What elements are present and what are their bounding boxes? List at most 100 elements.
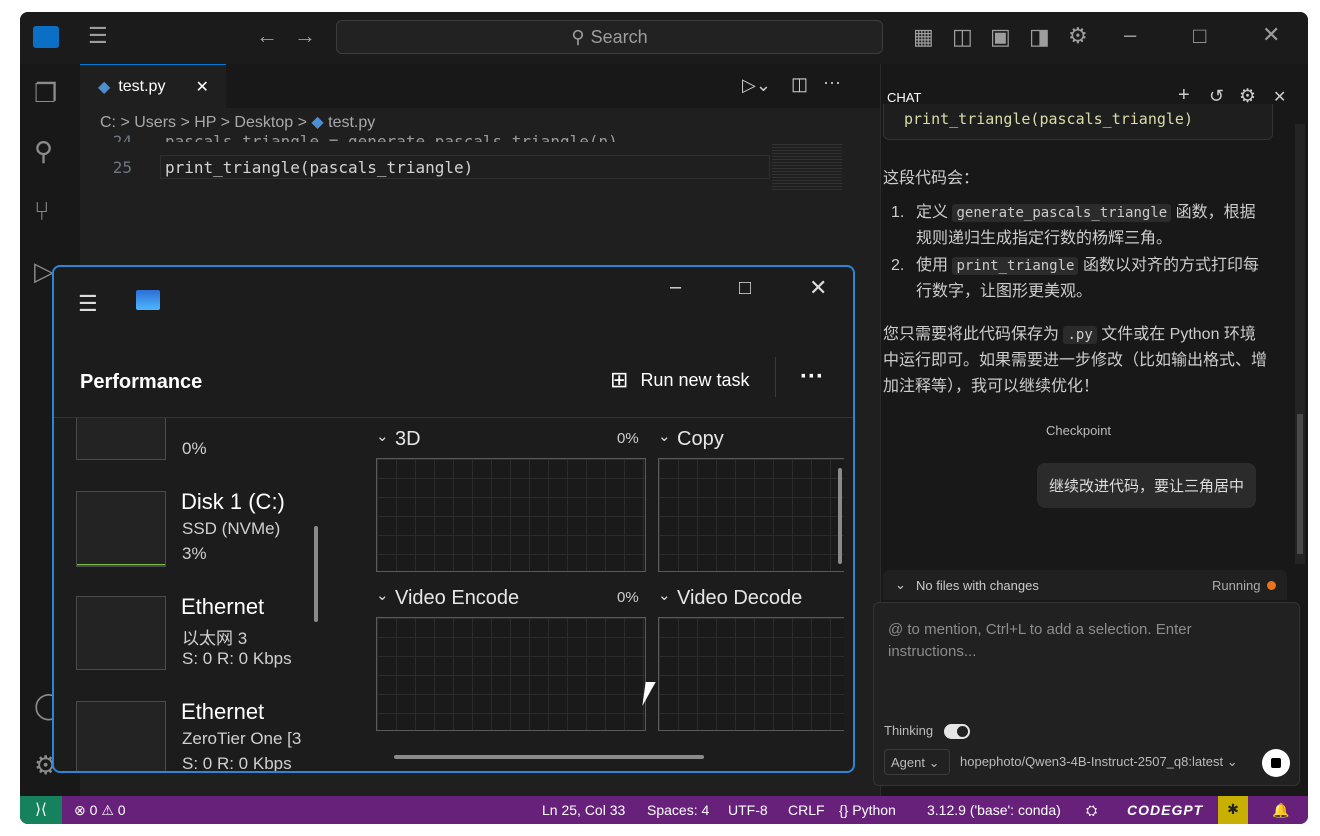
search-input[interactable]: ⚲ Search (336, 20, 883, 54)
list-text: 定义 (916, 204, 949, 221)
engine-graph (376, 458, 646, 572)
breadcrumb-item[interactable]: Users (134, 114, 176, 131)
stop-button[interactable] (1262, 749, 1290, 777)
minimize-icon[interactable]: – (1124, 24, 1136, 46)
chat-input-box[interactable]: @ to mention, Ctrl+L to add a selection.… (873, 602, 1300, 786)
python-interpreter[interactable]: 3.12.9 ('base': conda) (927, 802, 1061, 818)
python-file-icon: ◆ (98, 78, 111, 96)
more-options-icon[interactable]: ··· (800, 363, 824, 391)
search-placeholder: Search (590, 26, 648, 47)
source-control-icon[interactable]: ⑂ (34, 196, 50, 227)
warning-icon: ⚠ (101, 802, 114, 818)
checkpoint-label[interactable]: Checkpoint (1046, 423, 1111, 438)
para-text: 您只需要将此代码保存为 (883, 326, 1060, 343)
close-tab-icon[interactable]: ✕ (195, 77, 208, 97)
breadcrumb-item[interactable]: test.py (328, 114, 375, 131)
forward-arrow-icon[interactable]: → (294, 25, 316, 47)
remote-indicator[interactable]: ⟩⟨ (20, 796, 62, 824)
menu-icon[interactable]: ☰ (88, 25, 108, 47)
search-icon: ⚲ (571, 26, 585, 47)
minimize-icon[interactable]: – (670, 276, 681, 299)
toggle-secondary-sidebar-icon[interactable]: ◨ (1029, 26, 1050, 48)
code-block-line: print_triangle(pascals_triangle) (904, 110, 1193, 128)
codegpt-status-icon[interactable]: ✱ (1218, 796, 1248, 824)
breadcrumb-item[interactable]: C: (100, 114, 116, 131)
chevron-down-icon: ⌄ (928, 755, 940, 770)
python-file-icon: ◆ (311, 114, 324, 131)
close-icon[interactable]: ✕ (1262, 24, 1280, 46)
codegpt-label[interactable]: CODEGPT (1127, 802, 1203, 818)
user-message: 继续改进代码，要让三角居中 (1037, 463, 1257, 508)
thinking-toggle[interactable] (944, 724, 970, 739)
current-line-highlight (160, 155, 770, 179)
chevron-down-icon: ⌄ (895, 577, 906, 592)
device-subtitle: ZeroTier One [3 (182, 729, 302, 748)
tab-test-py[interactable]: ◆ test.py ✕ (80, 64, 226, 108)
minimap[interactable] (772, 144, 842, 192)
error-count: 0 (89, 802, 98, 818)
copilot-icon[interactable]: ⛭ (1086, 802, 1097, 819)
model-label: hopephoto/Qwen3-4B-Instruct-2507_q8:late… (960, 754, 1224, 769)
sidebar-scrollbar[interactable] (314, 526, 318, 622)
device-thumbnail (76, 701, 166, 771)
close-icon[interactable]: ✕ (809, 275, 827, 301)
list-text: 使用 (916, 257, 949, 274)
breadcrumb-item[interactable]: Desktop (234, 114, 293, 131)
agent-select[interactable]: Agent ⌄ (884, 749, 950, 775)
device-subtitle: SSD (NVMe) (182, 519, 281, 538)
line-number: 25 (112, 158, 132, 177)
toggle-panel-icon[interactable]: ▣ (990, 26, 1011, 48)
language-label: Python (852, 802, 896, 818)
tab-label: test.py (118, 77, 166, 95)
search-icon[interactable]: ⚲ (34, 136, 53, 167)
hamburger-menu-icon[interactable]: ☰ (78, 291, 98, 317)
maximize-icon[interactable]: □ (739, 277, 751, 300)
breadcrumb-item[interactable]: HP (194, 114, 216, 131)
run-new-task-label: Run new task (640, 369, 750, 390)
inline-code: print_triangle (952, 257, 1079, 275)
run-python-icon[interactable]: ▷⌄ (742, 75, 771, 96)
split-editor-icon[interactable]: ◫ (791, 74, 808, 95)
more-actions-icon[interactable]: ··· (823, 72, 841, 93)
engine-name: Copy (677, 428, 724, 450)
device-title: Disk 1 (C:) (181, 489, 285, 514)
explorer-icon[interactable]: ❐ (34, 78, 57, 109)
vertical-scrollbar[interactable] (838, 468, 842, 564)
cursor-position[interactable]: Ln 25, Col 33 (542, 802, 625, 818)
notifications-bell-icon[interactable]: 🔔 (1272, 802, 1289, 819)
chat-scrollbar[interactable] (1295, 124, 1305, 564)
code-line[interactable]: pascals_triangle = generate_pascals_tria… (165, 132, 618, 142)
chat-input[interactable]: @ to mention, Ctrl+L to add a selection.… (888, 619, 1248, 663)
encoding[interactable]: UTF-8 (728, 802, 768, 818)
layout-icon[interactable]: ▦ (913, 26, 934, 48)
language-mode[interactable]: {} Python (839, 802, 896, 818)
title-bar: ☰ ← → ⚲ Search ▦ ◫ ▣ ◨ ⚙ – □ ✕ (20, 12, 1308, 64)
chevron-down-icon: ⌄ (376, 587, 389, 604)
run-new-task-button[interactable]: ⊞ Run new task (610, 367, 750, 393)
problems-indicator[interactable]: ⊗ 0 ⚠ 0 (74, 802, 126, 819)
close-chat-icon[interactable]: ✕ (1273, 87, 1286, 107)
vscode-window: ☰ ← → ⚲ Search ▦ ◫ ▣ ◨ ⚙ – □ ✕ ❐ ⚲ ⑂ ▷ ◯… (20, 12, 1308, 824)
settings-gear-icon[interactable]: ⚙ (1068, 25, 1088, 47)
device-usage: S: 0 R: 0 Kbps (182, 649, 292, 668)
model-select[interactable]: hopephoto/Qwen3-4B-Instruct-2507_q8:late… (960, 754, 1238, 770)
engine-percent: 0% (617, 589, 639, 606)
line-number: 24 (112, 132, 132, 142)
run-debug-icon[interactable]: ▷ (34, 256, 54, 287)
run-task-icon: ⊞ (610, 367, 629, 392)
toggle-primary-sidebar-icon[interactable]: ◫ (952, 26, 973, 48)
stop-icon (1271, 758, 1281, 768)
engine-percent: 0% (617, 430, 639, 447)
eol[interactable]: CRLF (788, 802, 825, 818)
maximize-icon[interactable]: □ (1193, 25, 1206, 47)
horizontal-scrollbar[interactable] (394, 755, 704, 759)
list-item: 1. 定义 generate_pascals_triangle 函数，根据规则递… (891, 204, 1256, 247)
files-status: No files with changes (916, 578, 1039, 593)
indentation[interactable]: Spaces: 4 (647, 802, 709, 818)
engine-name: Video Encode (395, 587, 520, 609)
back-arrow-icon[interactable]: ← (256, 25, 278, 47)
inline-code: generate_pascals_triangle (952, 204, 1172, 222)
running-indicator-icon (1267, 581, 1276, 590)
engine-name: Video Decode (677, 587, 803, 609)
files-changed-bar[interactable]: ⌄ No files with changes Running (883, 570, 1287, 600)
